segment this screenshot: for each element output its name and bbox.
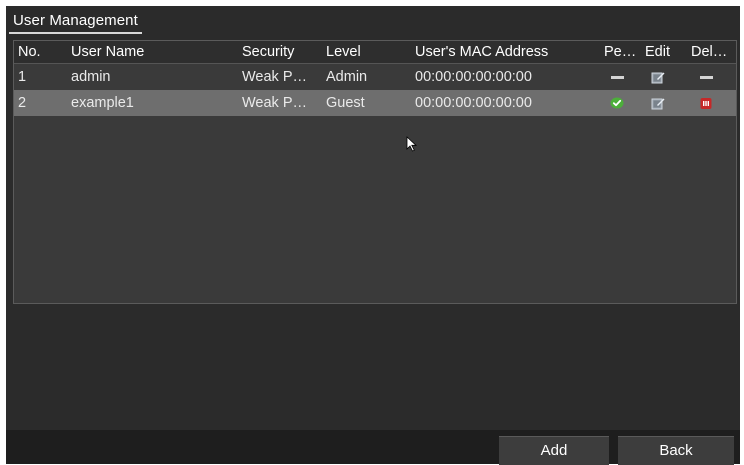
cell-security: Weak P… — [242, 95, 308, 111]
cell-mac: 00:00:00:00:00:00 — [415, 95, 532, 111]
edit-icon[interactable] — [651, 70, 665, 84]
cell-no: 2 — [18, 95, 27, 111]
cell-delete — [691, 64, 727, 90]
user-table: No. User Name Security Level User's MAC … — [13, 40, 737, 304]
edit-icon[interactable] — [651, 96, 665, 110]
add-button[interactable]: Add — [499, 436, 609, 465]
cell-security: Weak P… — [242, 69, 308, 85]
cell-permission — [604, 64, 640, 90]
footer-bar: Add Back — [6, 430, 740, 465]
dash-icon — [611, 76, 624, 79]
trash-icon[interactable] — [699, 96, 713, 110]
header-mac-address[interactable]: User's MAC Address — [415, 41, 595, 63]
header-no[interactable]: No. — [18, 41, 54, 63]
header-level[interactable]: Level — [326, 41, 408, 63]
dash-icon — [700, 76, 713, 79]
cell-permission — [604, 90, 640, 116]
user-management-window: User Management No. User Name Security L… — [6, 6, 740, 465]
back-button[interactable]: Back — [618, 436, 734, 465]
header-user-name[interactable]: User Name — [71, 41, 231, 63]
header-permission[interactable]: Pe… — [604, 41, 640, 63]
cell-user-name: admin — [71, 69, 111, 85]
title-bar: User Management — [6, 6, 740, 36]
header-security[interactable]: Security — [242, 41, 322, 63]
cell-edit — [645, 90, 681, 116]
cell-level: Guest — [326, 95, 365, 111]
check-icon[interactable] — [610, 96, 624, 110]
cell-user-name: example1 — [71, 95, 134, 111]
header-delete[interactable]: Del… — [691, 41, 735, 63]
tab-user-management[interactable]: User Management — [9, 10, 142, 34]
table-header: No. User Name Security Level User's MAC … — [14, 41, 736, 64]
table-row[interactable]: 1 admin Weak P… Admin 00:00:00:00:00:00 — [14, 64, 736, 90]
mouse-cursor-icon — [406, 136, 418, 152]
cell-no: 1 — [18, 69, 27, 85]
table-row[interactable]: 2 example1 Weak P… Guest 00:00:00:00:00:… — [14, 90, 736, 116]
cell-level: Admin — [326, 69, 368, 85]
cell-edit — [645, 64, 681, 90]
cell-delete — [691, 90, 727, 116]
header-edit[interactable]: Edit — [645, 41, 685, 63]
cell-mac: 00:00:00:00:00:00 — [415, 69, 532, 85]
